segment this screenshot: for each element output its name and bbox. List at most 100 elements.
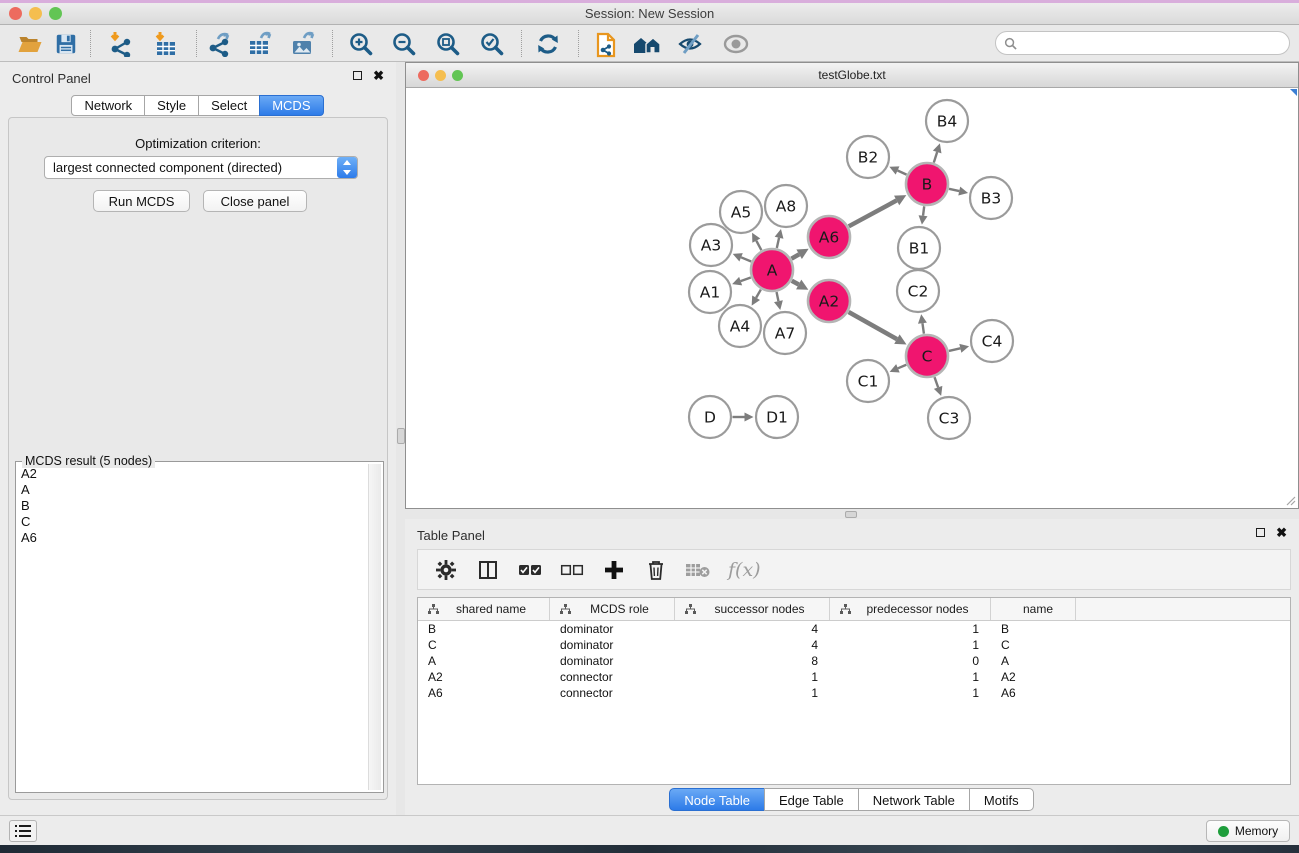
float-panel-icon[interactable] bbox=[353, 71, 362, 80]
table-row[interactable]: Bdominator41B bbox=[418, 621, 1290, 637]
float-table-panel-icon[interactable] bbox=[1256, 528, 1265, 537]
result-item[interactable]: A2 bbox=[18, 466, 367, 482]
tab-edge-table[interactable]: Edge Table bbox=[764, 788, 859, 811]
result-item[interactable]: A6 bbox=[18, 530, 367, 546]
create-column-button[interactable] bbox=[600, 556, 628, 584]
graph-edge-A-A6[interactable] bbox=[791, 254, 799, 258]
zoom-fit-button[interactable] bbox=[430, 29, 466, 59]
show-column-button[interactable] bbox=[474, 556, 502, 584]
graph-edge-A-A5[interactable] bbox=[756, 241, 761, 250]
graph-edge-B-B3[interactable] bbox=[949, 189, 959, 191]
zoom-selected-button[interactable] bbox=[474, 29, 510, 59]
graph-edge-A-A4[interactable] bbox=[756, 290, 761, 298]
graph-edge-C-C3[interactable] bbox=[935, 377, 939, 387]
delete-column-button[interactable] bbox=[642, 556, 670, 584]
task-history-button[interactable] bbox=[9, 820, 37, 842]
table-cell[interactable]: 1 bbox=[675, 670, 830, 684]
graph-edge-A6-B[interactable] bbox=[849, 200, 897, 226]
search-input[interactable] bbox=[1022, 36, 1281, 50]
criterion-dropdown[interactable]: largest connected component (directed) bbox=[44, 156, 358, 179]
export-image-button[interactable] bbox=[285, 29, 321, 59]
result-item[interactable]: A bbox=[18, 482, 367, 498]
table-cell[interactable]: A6 bbox=[991, 686, 1076, 700]
open-session-button[interactable] bbox=[12, 29, 48, 59]
tab-node-table[interactable]: Node Table bbox=[669, 788, 765, 811]
table-cell[interactable]: A2 bbox=[418, 670, 550, 684]
hide-graphics-details-button[interactable] bbox=[672, 29, 708, 59]
column-header-name[interactable]: name bbox=[991, 598, 1076, 620]
tab-motifs[interactable]: Motifs bbox=[969, 788, 1034, 811]
graph-edge-C-C2[interactable] bbox=[922, 323, 923, 334]
graph-edge-B-B4[interactable] bbox=[934, 152, 937, 163]
tab-style[interactable]: Style bbox=[144, 95, 199, 116]
table-cell[interactable]: connector bbox=[550, 686, 675, 700]
close-table-panel-icon[interactable]: ✖ bbox=[1276, 527, 1287, 538]
table-cell[interactable]: 4 bbox=[675, 622, 830, 636]
node-table[interactable]: shared nameMCDS rolesuccessor nodesprede… bbox=[417, 597, 1291, 785]
table-row[interactable]: A2connector11A2 bbox=[418, 669, 1290, 685]
vertical-divider-grip[interactable] bbox=[397, 428, 405, 444]
table-cell[interactable]: B bbox=[418, 622, 550, 636]
table-cell[interactable]: dominator bbox=[550, 638, 675, 652]
deselect-all-button[interactable] bbox=[558, 556, 586, 584]
delete-table-button[interactable] bbox=[684, 556, 712, 584]
table-cell[interactable]: B bbox=[991, 622, 1076, 636]
graph-edge-A-A1[interactable] bbox=[741, 278, 751, 282]
table-cell[interactable]: 1 bbox=[675, 686, 830, 700]
graph-edge-A-A7[interactable] bbox=[777, 292, 779, 301]
table-row[interactable]: Cdominator41C bbox=[418, 637, 1290, 653]
import-table-button[interactable] bbox=[147, 29, 183, 59]
graph-edge-A2-C[interactable] bbox=[849, 312, 897, 339]
table-cell[interactable]: 0 bbox=[830, 654, 991, 668]
tab-select[interactable]: Select bbox=[198, 95, 260, 116]
graph-edge-B-B1[interactable] bbox=[923, 206, 924, 215]
graph-edge-C-C4[interactable] bbox=[949, 348, 960, 351]
table-cell[interactable]: A bbox=[991, 654, 1076, 668]
graph-edge-C-C1[interactable] bbox=[898, 365, 906, 369]
new-session-button[interactable] bbox=[589, 29, 625, 59]
home-button[interactable] bbox=[629, 29, 665, 59]
table-row[interactable]: A6connector11A6 bbox=[418, 685, 1290, 701]
resize-grip-icon[interactable] bbox=[1284, 494, 1296, 506]
result-scrollbar[interactable] bbox=[368, 464, 381, 790]
table-cell[interactable]: 4 bbox=[675, 638, 830, 652]
table-cell[interactable]: dominator bbox=[550, 654, 675, 668]
table-cell[interactable]: connector bbox=[550, 670, 675, 684]
function-builder-button[interactable]: f(x) bbox=[728, 559, 761, 581]
close-panel-icon[interactable]: ✖ bbox=[373, 70, 384, 81]
save-session-button[interactable] bbox=[48, 29, 84, 59]
table-cell[interactable]: A bbox=[418, 654, 550, 668]
graph-edge-A-A2[interactable] bbox=[792, 281, 799, 285]
graph-edge-A-A8[interactable] bbox=[777, 238, 779, 248]
table-cell[interactable]: A2 bbox=[991, 670, 1076, 684]
result-item[interactable]: B bbox=[18, 498, 367, 514]
zoom-out-button[interactable] bbox=[386, 29, 422, 59]
network-window-titlebar[interactable]: testGlobe.txt bbox=[406, 63, 1298, 88]
table-cell[interactable]: dominator bbox=[550, 622, 675, 636]
column-header-MCDS-role[interactable]: MCDS role bbox=[550, 598, 675, 620]
result-item[interactable]: C bbox=[18, 514, 367, 530]
select-all-button[interactable] bbox=[516, 556, 544, 584]
memory-button[interactable]: Memory bbox=[1206, 820, 1290, 842]
table-cell[interactable]: 1 bbox=[830, 670, 991, 684]
graph-edge-B-B2[interactable] bbox=[898, 171, 907, 175]
table-cell[interactable]: C bbox=[991, 638, 1076, 652]
export-table-button[interactable] bbox=[242, 29, 278, 59]
column-header-shared-name[interactable]: shared name bbox=[418, 598, 550, 620]
table-cell[interactable]: 1 bbox=[830, 686, 991, 700]
run-mcds-button[interactable]: Run MCDS bbox=[93, 190, 190, 212]
search-field[interactable] bbox=[995, 31, 1290, 55]
table-cell[interactable]: 1 bbox=[830, 622, 991, 636]
tab-network[interactable]: Network bbox=[71, 95, 145, 116]
import-network-button[interactable] bbox=[102, 29, 138, 59]
tab-network-table[interactable]: Network Table bbox=[858, 788, 970, 811]
table-settings-button[interactable] bbox=[432, 556, 460, 584]
show-graphics-details-button[interactable] bbox=[718, 29, 754, 59]
tab-mcds[interactable]: MCDS bbox=[259, 95, 323, 116]
column-header-successor-nodes[interactable]: successor nodes bbox=[675, 598, 830, 620]
network-canvas[interactable]: B4B2BB3A8A5A6A3B1AC2A1A2A4A7C4CC1DD1C3 bbox=[406, 88, 1298, 508]
column-header-predecessor-nodes[interactable]: predecessor nodes bbox=[830, 598, 991, 620]
horizontal-divider-grip[interactable] bbox=[845, 511, 857, 518]
table-cell[interactable]: 1 bbox=[830, 638, 991, 652]
table-row[interactable]: Adominator80A bbox=[418, 653, 1290, 669]
